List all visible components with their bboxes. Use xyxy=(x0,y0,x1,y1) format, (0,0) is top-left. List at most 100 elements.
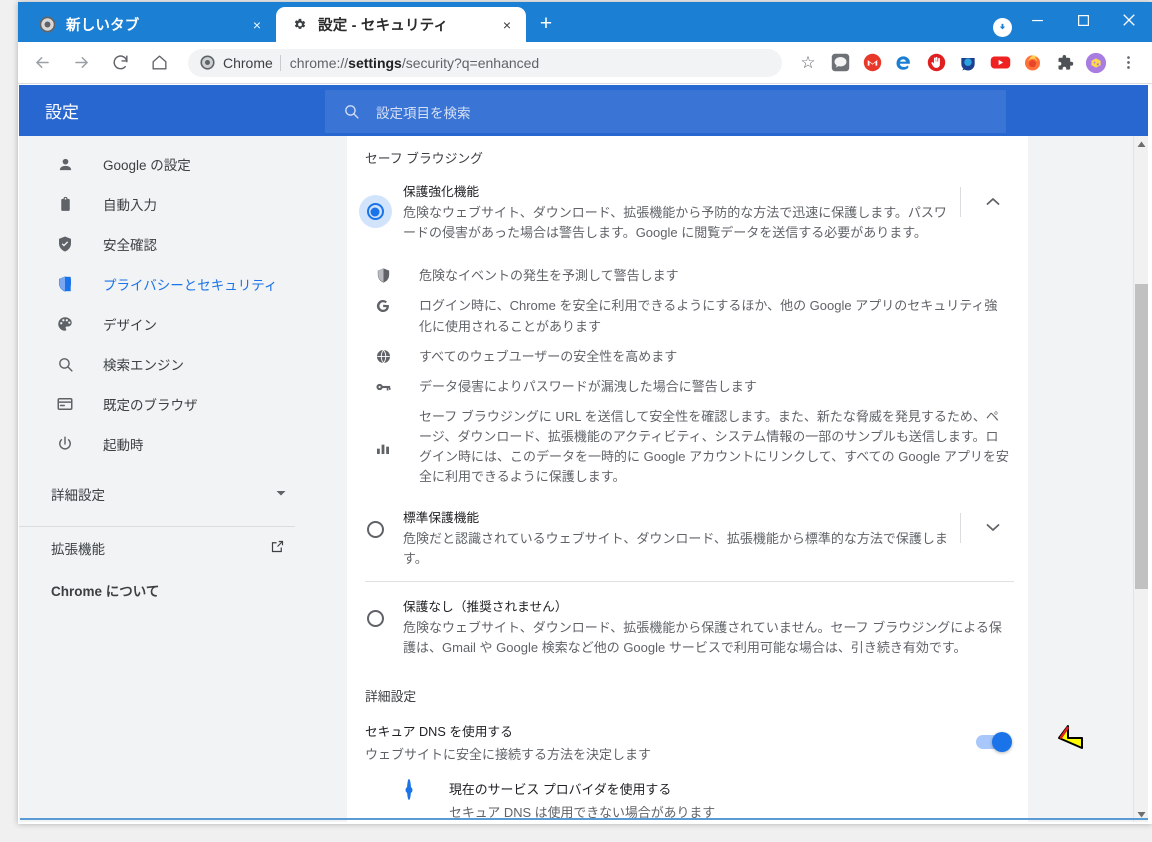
forward-icon[interactable] xyxy=(66,48,96,78)
google-g-icon xyxy=(347,296,419,315)
option-description: 危険なウェブサイト、ダウンロード、拡張機能から保護されていません。セーフ ブラウ… xyxy=(403,619,1002,655)
sidebar-item-label: Google の設定 xyxy=(103,158,191,173)
secure-dns-toggle[interactable] xyxy=(976,732,1012,753)
secure-dns-row[interactable]: セキュア DNS を使用する ウェブサイトに安全に接続する方法を決定します xyxy=(347,713,1028,773)
chevron-down-icon xyxy=(986,519,1000,537)
tab-title: 新しいタブ xyxy=(66,18,140,34)
profile-avatar-icon[interactable] xyxy=(1082,49,1110,77)
shield-icon xyxy=(347,266,419,284)
page-bottom-border xyxy=(20,818,1148,820)
shield-check-icon xyxy=(55,234,75,254)
secure-dns-provider-option[interactable]: 現在のサービス プロバイダを使用する セキュア DNS は使用できない場合があり… xyxy=(347,773,1028,822)
feature-text: すべてのウェブユーザーの安全性を高めます xyxy=(419,348,678,364)
omnibox-url-prefix: chrome:// xyxy=(289,54,349,71)
secure-dns-subtitle: ウェブサイトに安全に接続する方法を決定します xyxy=(365,747,652,763)
feature-text: 危険なイベントの発生を予測して警告します xyxy=(419,268,679,284)
toggle-knob xyxy=(992,732,1012,753)
minimize-button[interactable] xyxy=(1014,2,1060,38)
puzzle-extensions-icon[interactable] xyxy=(1050,49,1078,77)
sidebar-item-extensions[interactable]: 拡張機能 xyxy=(19,527,327,569)
sidebar-item-appearance[interactable]: デザイン xyxy=(19,304,327,344)
bar-chart-icon xyxy=(347,439,419,456)
feature-row: セーフ ブラウジングに URL を送信して安全性を確認します。また、新たな脅威を… xyxy=(347,402,1028,493)
firefox-icon[interactable] xyxy=(1018,49,1046,77)
chrome-icon xyxy=(200,54,216,71)
radio-enhanced-wrapper[interactable] xyxy=(347,181,403,228)
radio-no-protection[interactable] xyxy=(366,609,384,627)
option-standard-body: 標準保護機能 危険だと認識されているウェブサイト、ダウンロード、拡張機能から標準… xyxy=(403,507,958,569)
settings-page: 設定 設定項目を検索 Google の設定 自動入力 安全確認 プライバシーとセ… xyxy=(19,85,1148,822)
radio-standard-protection[interactable] xyxy=(366,520,384,538)
close-window-button[interactable] xyxy=(1106,2,1152,38)
scroll-up-arrow-icon[interactable] xyxy=(1134,136,1148,152)
reload-icon[interactable] xyxy=(105,48,135,78)
feature-text: データ侵害によりパスワードが漏洩した場合に警告します xyxy=(419,378,757,394)
sidebar-item-search-engine[interactable]: 検索エンジン xyxy=(19,344,327,384)
maximize-button[interactable] xyxy=(1060,2,1106,38)
option-enhanced-protection[interactable]: 保護強化機能 危険なウェブサイト、ダウンロード、拡張機能から予防的な方法で迅速に… xyxy=(347,167,1028,255)
content-scrollbar[interactable] xyxy=(1133,136,1148,822)
option-standard-protection[interactable]: 標準保護機能 危険だと認識されているウェブサイト、ダウンロード、拡張機能から標準… xyxy=(347,503,1028,581)
edge-icon[interactable] xyxy=(890,49,918,77)
home-icon[interactable] xyxy=(144,48,174,78)
gmail-icon[interactable] xyxy=(858,49,886,77)
secure-dns-body: セキュア DNS を使用する ウェブサイトに安全に接続する方法を決定します xyxy=(365,721,976,763)
close-icon[interactable]: × xyxy=(496,14,518,36)
toolbar-icon-group: ☆ xyxy=(792,49,1144,77)
gear-icon xyxy=(290,16,308,34)
back-icon[interactable] xyxy=(27,48,57,78)
search-placeholder: 設定項目を検索 xyxy=(376,105,471,121)
pocket-icon[interactable] xyxy=(954,49,982,77)
ublock-origin-icon[interactable] xyxy=(922,49,950,77)
omnibox-separator xyxy=(279,54,281,71)
key-icon xyxy=(347,377,419,396)
sidebar-item-on-startup[interactable]: 起動時 xyxy=(19,424,327,464)
radio-enhanced-protection[interactable] xyxy=(366,203,384,220)
close-icon[interactable]: × xyxy=(246,14,268,36)
search-input[interactable]: 設定項目を検索 xyxy=(325,90,1006,133)
three-dot-menu-icon[interactable] xyxy=(1114,49,1142,77)
option-description: 危険だと認識されているウェブサイト、ダウンロード、拡張機能から標準的な方法で保護… xyxy=(403,530,948,566)
tab-title: 設定 - セキュリティ xyxy=(318,18,449,34)
line-messenger-icon[interactable] xyxy=(826,49,854,77)
expand-collapse-standard[interactable] xyxy=(958,507,1028,543)
new-tab-button[interactable]: + xyxy=(534,13,558,37)
feature-text: ログイン時に、Chrome を安全に利用できるようにするほか、他の Google… xyxy=(419,298,998,334)
download-indicator-icon[interactable] xyxy=(993,18,1012,37)
radio-no-protection-wrapper[interactable] xyxy=(347,596,403,627)
sidebar-advanced-label: 詳細設定 xyxy=(51,488,105,503)
screenshot-root: 新しいタブ × 設定 - セキュリティ × + Chrome chrome://… xyxy=(0,0,1152,842)
sub-option-body: 現在のサービス プロバイダを使用する セキュア DNS は使用できない場合があり… xyxy=(437,779,1028,821)
expand-collapse-enhanced[interactable] xyxy=(958,181,1028,217)
sidebar-item-safety-check[interactable]: 安全確認 xyxy=(19,224,327,264)
radio-current-service-provider[interactable] xyxy=(407,779,411,801)
sidebar-item-privacy-security[interactable]: プライバシーとセキュリティ xyxy=(19,264,327,304)
radio-halo xyxy=(358,195,392,228)
tab-new-tab[interactable]: 新しいタブ × xyxy=(24,7,276,42)
feature-row: すべてのウェブユーザーの安全性を高めます xyxy=(347,342,1028,372)
chevron-up-icon xyxy=(986,193,1000,211)
sidebar-item-about-chrome[interactable]: Chrome について xyxy=(19,569,327,611)
sidebar-item-advanced[interactable]: 詳細設定 xyxy=(19,472,327,516)
sidebar-item-label: 自動入力 xyxy=(103,198,157,213)
sidebar-about-label: Chrome について xyxy=(51,584,160,599)
sidebar-item-autofill[interactable]: 自動入力 xyxy=(19,184,327,224)
sidebar-item-google[interactable]: Google の設定 xyxy=(19,144,327,184)
palette-icon xyxy=(55,314,75,334)
option-no-protection-body: 保護なし（推奨されません） 危険なウェブサイト、ダウンロード、拡張機能から保護さ… xyxy=(403,596,1028,658)
sub-radio-wrapper[interactable] xyxy=(407,779,437,801)
feature-row: ログイン時に、Chrome を安全に利用できるようにするほか、他の Google… xyxy=(347,291,1028,341)
radio-standard-wrapper[interactable] xyxy=(347,507,403,538)
option-description: 危険なウェブサイト、ダウンロード、拡張機能から予防的な方法で迅速に保護します。パ… xyxy=(403,205,947,241)
youtube-icon[interactable] xyxy=(986,49,1014,77)
address-bar[interactable]: Chrome chrome://settings/security?q=enha… xyxy=(188,48,782,77)
sidebar-extensions-label: 拡張機能 xyxy=(51,542,105,557)
clipboard-icon xyxy=(55,194,75,214)
globe-icon xyxy=(347,347,419,365)
bookmark-star-icon[interactable]: ☆ xyxy=(794,49,822,77)
sidebar-item-default-browser[interactable]: 既定のブラウザ xyxy=(19,384,327,424)
option-no-protection[interactable]: 保護なし（推奨されません） 危険なウェブサイト、ダウンロード、拡張機能から保護さ… xyxy=(347,582,1028,670)
scrollbar-thumb[interactable] xyxy=(1135,284,1148,589)
tab-settings-security[interactable]: 設定 - セキュリティ × xyxy=(276,7,526,42)
secure-dns-title: セキュア DNS を使用する xyxy=(365,725,513,740)
